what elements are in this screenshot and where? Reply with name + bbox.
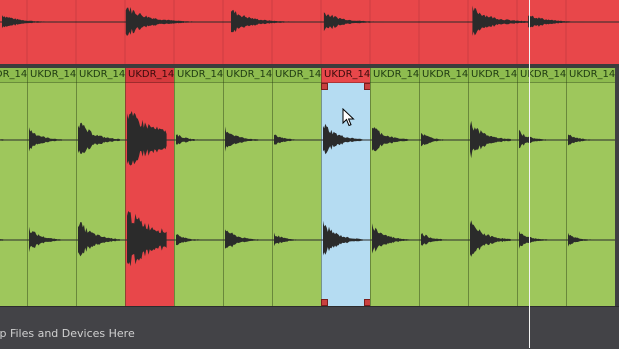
clip-name[interactable]: UKDR_14 — [419, 68, 468, 83]
clip-waveform-area — [419, 83, 468, 306]
top-lane-transient — [528, 15, 585, 28]
channel-transient — [323, 220, 363, 256]
clip-name[interactable]: UKDR_14 — [566, 68, 615, 83]
clip-name[interactable]: UKDR_14 — [321, 68, 370, 83]
clip-waveform — [272, 134, 321, 247]
drop-area-label: Drop Files and Devices Here — [0, 327, 135, 340]
audio-clip[interactable]: UKDR_14 — [174, 68, 223, 306]
audio-clip[interactable]: UKDR_14 — [125, 68, 174, 306]
top-lane-clip[interactable] — [0, 0, 619, 66]
channel-transient — [519, 230, 549, 249]
selection-handle-icon[interactable] — [321, 83, 328, 90]
audio-clip[interactable]: UKDR_14 — [272, 68, 321, 306]
clip-waveform-area — [468, 83, 517, 306]
channel-transient — [127, 111, 167, 166]
clip-name[interactable]: UKDR_14 — [517, 68, 566, 83]
channel-transient — [568, 232, 595, 247]
clip-waveform — [125, 111, 174, 267]
top-lane-waveform — [0, 0, 619, 66]
clip-waveform — [370, 127, 419, 254]
cursor-arrow-icon — [342, 108, 355, 127]
audio-clip[interactable]: UKDR_14 — [321, 68, 370, 306]
clip-name[interactable]: UKDR_14 — [174, 68, 223, 83]
clip-name[interactable]: UKDR_14 — [370, 68, 419, 83]
clip-waveform-area — [223, 83, 272, 306]
clip-name[interactable]: UKDR_14 — [0, 68, 27, 83]
clip-waveform — [223, 126, 272, 249]
top-lane-transient — [231, 9, 295, 33]
clip-waveform-area — [566, 83, 615, 306]
channel-transient — [568, 134, 595, 146]
channel-transient — [0, 239, 8, 241]
clip-name[interactable]: UKDR_14 — [76, 68, 125, 83]
clip-waveform — [517, 129, 566, 249]
clip-waveform — [468, 120, 517, 257]
audio-clip[interactable]: UKDR_14 — [468, 68, 517, 306]
channel-transient — [127, 211, 167, 267]
clip-waveform — [0, 139, 27, 241]
audio-clip[interactable]: UKDR_14 — [0, 68, 27, 306]
top-lane-transient — [125, 7, 196, 36]
channel-transient — [372, 127, 410, 152]
top-lane-transient — [2, 15, 58, 29]
channel-transient — [421, 232, 449, 246]
channel-transient — [470, 120, 511, 159]
channel-transient — [225, 229, 259, 249]
channel-transient — [78, 222, 120, 257]
selection-handle-icon[interactable] — [321, 299, 328, 306]
clip-waveform-area — [370, 83, 419, 306]
channel-transient — [274, 232, 301, 247]
audio-clip[interactable]: UKDR_14 — [517, 68, 566, 306]
channel-transient — [519, 129, 549, 149]
channel-transient — [421, 133, 449, 147]
clip-waveform — [566, 134, 615, 247]
clip-name[interactable]: UKDR_14 — [468, 68, 517, 83]
channel-transient — [78, 122, 120, 154]
clip-row: UKDR_14UKDR_14UKDR_14UKDR_14UKDR_14UKDR_… — [0, 68, 619, 306]
channel-transient — [323, 123, 363, 155]
clip-waveform-area — [76, 83, 125, 306]
clip-name[interactable]: UKDR_14 — [223, 68, 272, 83]
audio-clip[interactable]: UKDR_14 — [76, 68, 125, 306]
clip-waveform-area — [272, 83, 321, 306]
audio-clip[interactable]: UKDR_14 — [566, 68, 615, 306]
channel-transient — [470, 220, 511, 257]
channel-transient — [176, 134, 203, 145]
clip-waveform-area — [0, 83, 27, 306]
clip-name[interactable]: UKDR_14 — [27, 68, 76, 83]
clip-waveform — [27, 127, 76, 253]
audio-clip[interactable]: UKDR_14 — [370, 68, 419, 306]
audio-clip[interactable]: UKDR_14 — [223, 68, 272, 306]
clip-waveform-area — [27, 83, 76, 306]
clip-name[interactable]: UKDR_14 — [125, 68, 174, 83]
clip-waveform — [76, 122, 125, 257]
top-lane-transient — [323, 12, 384, 32]
channel-transient — [176, 234, 203, 246]
channel-transient — [372, 223, 410, 254]
clip-name[interactable]: UKDR_14 — [272, 68, 321, 83]
audio-clip[interactable]: UKDR_14 — [419, 68, 468, 306]
channel-transient — [0, 139, 8, 141]
clip-waveform — [174, 134, 223, 246]
audio-clip[interactable]: UKDR_14 — [27, 68, 76, 306]
clip-waveform-area — [517, 83, 566, 306]
clip-waveform-area — [174, 83, 223, 306]
clip-waveform-area — [125, 83, 174, 306]
playhead[interactable] — [529, 0, 530, 348]
channel-transient — [225, 126, 259, 152]
drop-area[interactable]: Drop Files and Devices Here — [0, 306, 619, 349]
channel-transient — [29, 127, 63, 152]
clip-waveform — [419, 133, 468, 246]
channel-transient — [29, 226, 63, 253]
